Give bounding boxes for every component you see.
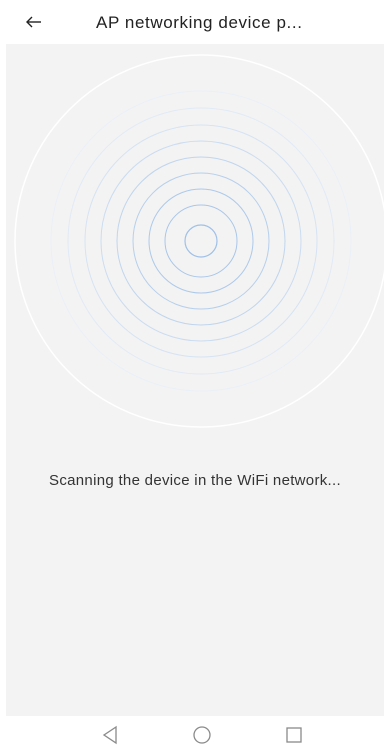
triangle-back-icon <box>102 725 117 745</box>
radar-pulse-icon <box>14 54 384 428</box>
circle-home-icon <box>193 726 211 744</box>
nav-back-button[interactable] <box>95 720 125 750</box>
nav-recents-button[interactable] <box>279 720 309 750</box>
square-recents-icon <box>286 727 302 743</box>
back-button[interactable] <box>18 6 50 38</box>
system-navigation-bar <box>0 716 390 753</box>
scan-panel: Scanning the device in the WiFi network.… <box>6 44 384 716</box>
arrow-left-icon <box>26 16 41 28</box>
top-app-bar: AP networking device p... <box>0 0 390 44</box>
page-title: AP networking device p... <box>96 13 303 32</box>
nav-home-button[interactable] <box>187 720 217 750</box>
scanning-status-text: Scanning the device in the WiFi network.… <box>49 472 341 489</box>
